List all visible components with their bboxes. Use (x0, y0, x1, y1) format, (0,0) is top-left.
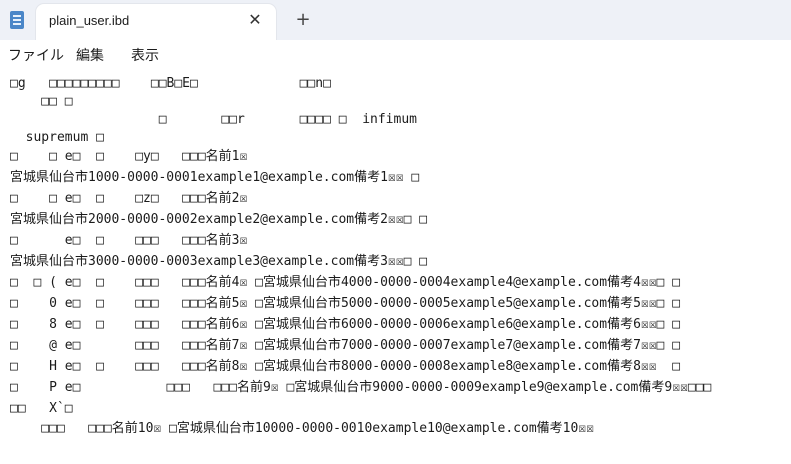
editor-line-5: supremum □ (10, 130, 104, 145)
text-editor-area[interactable]: □g □□□□□□□□□ □□B□E□ □□n□ □□ □ □ □□r □□□□… (0, 68, 791, 464)
tab-title: plain_user.ibd (49, 13, 130, 28)
notepad-window: plain_user.ibd ✕ + ファイル 編集 表示 □g □□□□□□□… (0, 0, 791, 464)
menu-edit[interactable]: 編集 (76, 45, 104, 65)
editor-line-18: □□ X`□ (10, 401, 73, 416)
tab-plain-user-ibd[interactable]: plain_user.ibd ✕ (36, 4, 276, 40)
editor-line-19: □□□ □□□名前10☒ □宮城県仙台市10000-0000-0010examp… (10, 421, 594, 436)
editor-line-14: □ 8 e□ □ □□□ □□□名前6☒ □宮城県仙台市6000-0000-00… (10, 317, 681, 332)
title-bar: plain_user.ibd ✕ + (0, 0, 791, 40)
close-icon[interactable]: ✕ (246, 11, 264, 29)
editor-line-7: 宮城県仙台市1000-0000-0001example1@example.com… (10, 170, 420, 185)
menu-view[interactable]: 表示 (131, 45, 159, 65)
editor-line-15: □ @ e□ □□□ □□□名前7☒ □宮城県仙台市7000-0000-0007… (10, 338, 681, 353)
menu-bar: ファイル 編集 表示 (0, 40, 791, 69)
editor-line-11: 宮城県仙台市3000-0000-0003example3@example.com… (10, 254, 428, 269)
editor-line-16: □ H e□ □ □□□ □□□名前8☒ □宮城県仙台市8000-0000-00… (10, 359, 681, 374)
editor-line-17: □ P e□ □□□ □□□名前9☒ □宮城県仙台市9000-0000-0009… (10, 380, 712, 395)
editor-line-8: □ □ e□ □ □z□ □□□名前2☒ (10, 191, 248, 206)
editor-line-13: □ 0 e□ □ □□□ □□□名前5☒ □宮城県仙台市5000-0000-00… (10, 296, 681, 311)
editor-line-12: □ □ ( e□ □ □□□ □□□名前4☒ □宮城県仙台市4000-0000-… (10, 275, 681, 290)
editor-line-6: □ □ e□ □ □y□ □□□名前1☒ (10, 149, 248, 164)
menu-file[interactable]: ファイル (8, 45, 64, 65)
new-tab-button[interactable]: + (294, 11, 312, 29)
editor-line-9: 宮城県仙台市2000-0000-0002example2@example.com… (10, 212, 428, 227)
editor-line-10: □ e□ □ □□□ □□□名前3☒ (10, 233, 248, 248)
notepad-app-icon (10, 11, 24, 29)
